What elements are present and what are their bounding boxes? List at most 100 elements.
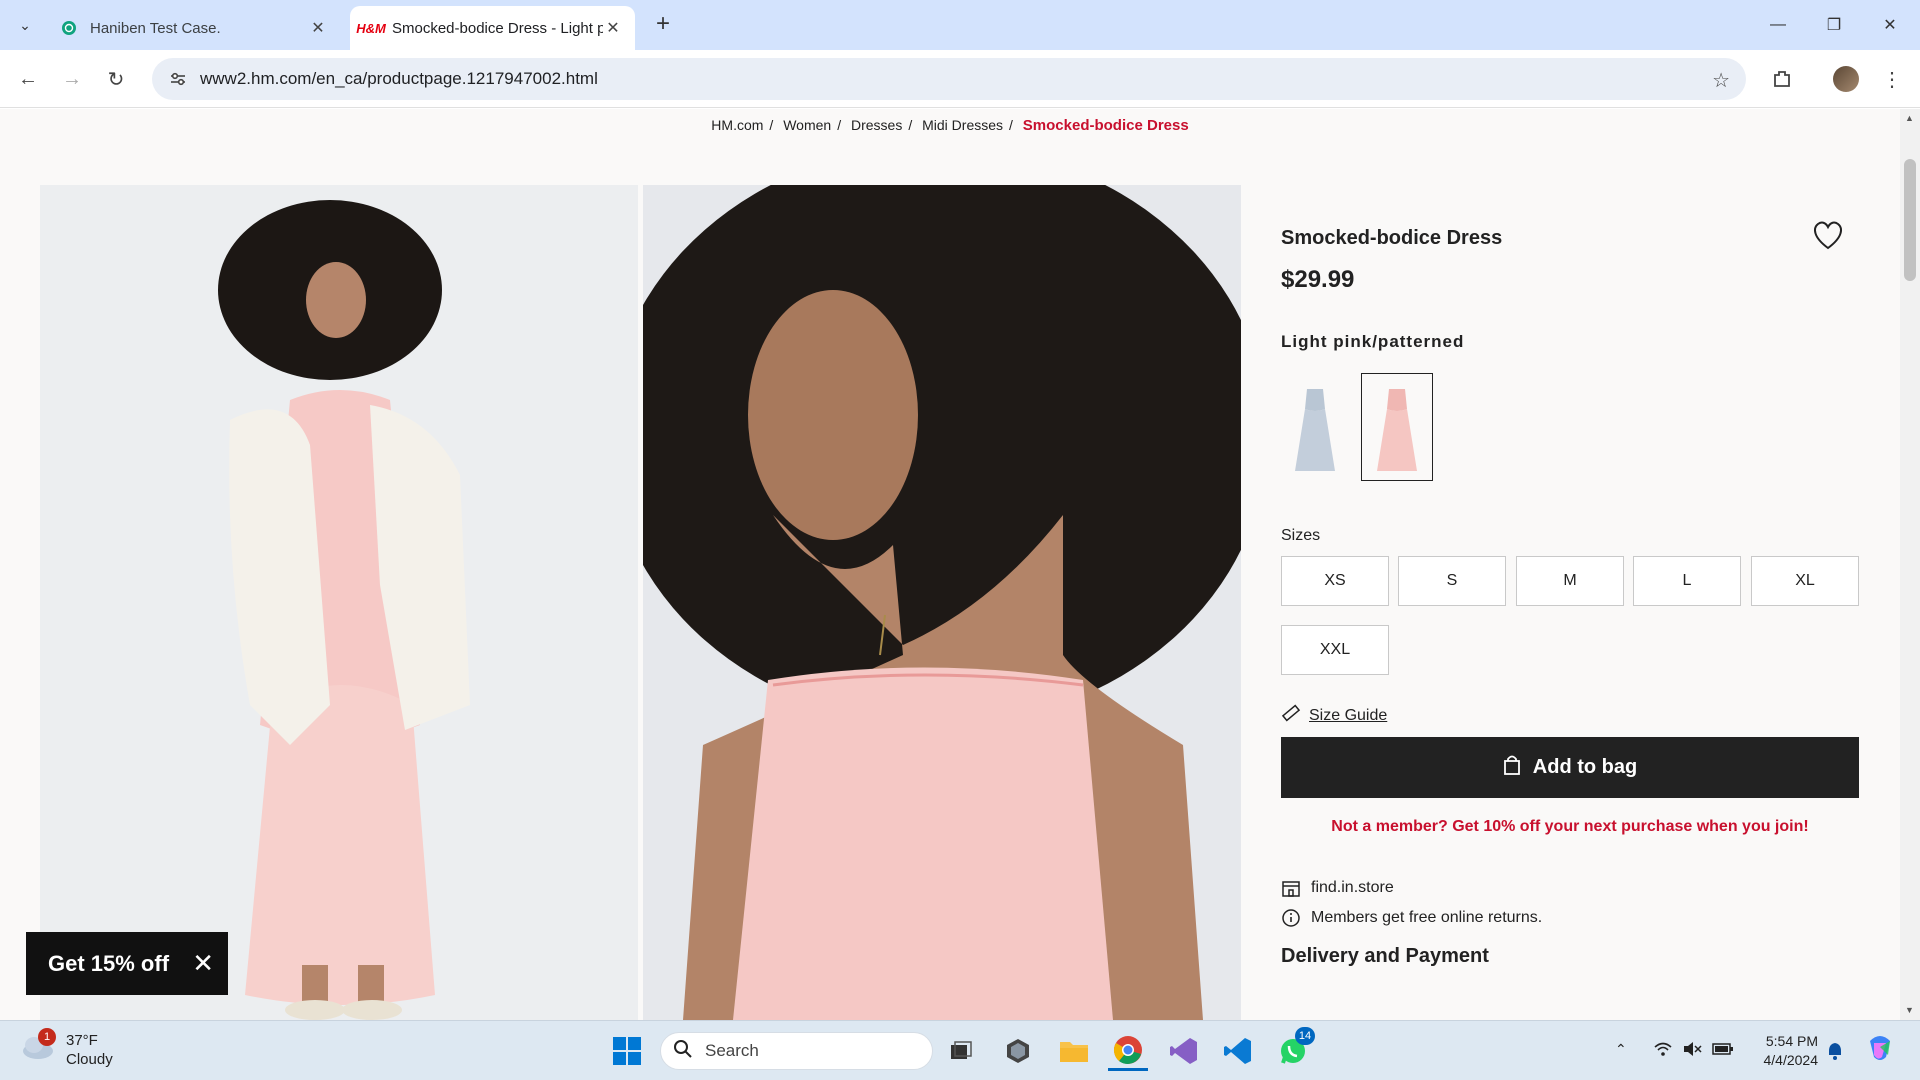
- system-clock[interactable]: 5:54 PM 4/4/2024: [1752, 1032, 1819, 1070]
- windows-start-icon[interactable]: [607, 1031, 647, 1071]
- weather-temp: 37°F: [66, 1032, 98, 1049]
- sizes-label: Sizes: [1281, 527, 1321, 544]
- find-in-store-link[interactable]: find.in.store: [1281, 878, 1394, 898]
- close-icon[interactable]: ✕: [192, 950, 214, 976]
- search-icon: [673, 1039, 693, 1064]
- breadcrumb-separator: /: [837, 117, 842, 133]
- reload-button[interactable]: ↻: [100, 63, 132, 95]
- search-placeholder: Search: [705, 1041, 759, 1060]
- size-guide-link[interactable]: Size Guide: [1281, 703, 1387, 728]
- breadcrumb: HM.com / Women / Dresses / Midi Dresses / Sm…: [0, 117, 1900, 134]
- bookmark-star-icon[interactable]: ☆: [1712, 68, 1730, 93]
- product-name: Smocked-bodice Dress: [1281, 227, 1503, 249]
- back-button[interactable]: ←: [12, 63, 44, 95]
- cloud-icon: 1: [20, 1028, 56, 1061]
- size-guide-label: Size Guide: [1309, 706, 1388, 724]
- size-button-l[interactable]: L: [1633, 556, 1741, 606]
- breadcrumb-separator: /: [1009, 117, 1013, 133]
- free-returns-info: Members get free online returns.: [1281, 908, 1542, 928]
- info-icon: [1281, 908, 1301, 928]
- close-window-button[interactable]: ✕: [1862, 0, 1918, 50]
- volume-muted-icon[interactable]: [1682, 1041, 1702, 1060]
- app-hexagon-icon[interactable]: [998, 1031, 1038, 1071]
- visual-studio-icon[interactable]: [1164, 1031, 1204, 1071]
- size-button-xl[interactable]: XL: [1751, 556, 1859, 606]
- tab-search-chevron-icon[interactable]: ⌄: [12, 12, 38, 38]
- product-page: HM.com / Women / Dresses / Midi Dresses / Sm…: [0, 109, 1900, 1020]
- show-hidden-icons-chevron[interactable]: ⌃: [1615, 1041, 1627, 1058]
- menu-kebab-icon[interactable]: ⋮: [1876, 63, 1908, 95]
- vscode-icon[interactable]: [1218, 1031, 1258, 1071]
- scrollbar-thumb[interactable]: [1904, 159, 1916, 281]
- breadcrumb-separator: /: [769, 117, 774, 133]
- close-tab-icon[interactable]: ✕: [603, 18, 623, 38]
- clock-time: 5:54 PM: [1765, 1033, 1818, 1049]
- weather-desc: Cloudy: [66, 1051, 113, 1068]
- add-to-bag-button[interactable]: Add to bag: [1281, 737, 1859, 798]
- breadcrumb-dresses[interactable]: Dresses: [851, 117, 902, 133]
- profile-avatar[interactable]: [1830, 63, 1862, 95]
- scroll-up-arrow-icon[interactable]: ▲: [1905, 113, 1914, 123]
- whatsapp-badge: 14: [1295, 1027, 1315, 1045]
- delivery-payment-heading[interactable]: Delivery and Payment: [1281, 945, 1489, 968]
- page-scrollbar[interactable]: ▲ ▼: [1900, 109, 1920, 1020]
- site-info-icon[interactable]: [158, 59, 198, 99]
- tab-strip: ⌄ Haniben Test Case. ✕ H&M Smocked-bodic…: [0, 0, 1920, 50]
- size-button-xxl[interactable]: XXL: [1281, 625, 1389, 675]
- battery-icon[interactable]: [1712, 1041, 1734, 1060]
- url-text: www2.hm.com/en_ca/productpage.1217947002…: [200, 69, 598, 88]
- windows-taskbar: 1 37°F Cloudy Search 14 ⌃ 5:54 PM 4/4/20…: [0, 1020, 1920, 1080]
- store-icon: [1281, 878, 1301, 898]
- discount-promo-banner[interactable]: Get 15% off ✕: [26, 932, 228, 995]
- close-tab-icon[interactable]: ✕: [308, 18, 328, 38]
- breadcrumb-current: Smocked-bodice Dress: [1022, 117, 1189, 134]
- minimize-button[interactable]: —: [1750, 0, 1806, 50]
- member-offer-link[interactable]: Not a member? Get 10% off your next purc…: [1281, 818, 1859, 836]
- tab-hm-product[interactable]: H&M Smocked-bodice Dress - Light p ✕: [350, 6, 635, 50]
- favorite-heart-icon[interactable]: [1811, 219, 1845, 251]
- browser-window: ⌄ Haniben Test Case. ✕ H&M Smocked-bodic…: [0, 0, 1920, 1080]
- product-price: $29.99: [1281, 266, 1355, 293]
- product-image-closeup[interactable]: [643, 185, 1241, 1020]
- breadcrumb-women[interactable]: Women: [783, 117, 831, 133]
- address-bar[interactable]: www2.hm.com/en_ca/productpage.1217947002…: [152, 58, 1746, 100]
- tab-title: Haniben Test Case.: [90, 19, 221, 37]
- size-button-m[interactable]: M: [1516, 556, 1624, 606]
- find-in-store-label: find.in.store: [1311, 879, 1394, 896]
- tab-title: Smocked-bodice Dress - Light p: [392, 19, 603, 37]
- weather-widget[interactable]: 1 37°F Cloudy: [20, 1028, 113, 1069]
- product-image-full-length[interactable]: [40, 185, 638, 1020]
- breadcrumb-hm[interactable]: HM.com: [711, 117, 763, 133]
- add-to-bag-label: Add to bag: [1532, 756, 1638, 778]
- size-button-xs[interactable]: XS: [1281, 556, 1389, 606]
- wifi-icon[interactable]: [1653, 1041, 1673, 1060]
- restore-button[interactable]: ❐: [1806, 0, 1862, 50]
- chatgpt-icon: [60, 19, 78, 37]
- breadcrumb-midi-dresses[interactable]: Midi Dresses: [922, 117, 1003, 133]
- tab-haniben[interactable]: Haniben Test Case. ✕: [48, 6, 340, 50]
- shopping-bag-icon: [1503, 755, 1521, 781]
- free-returns-label: Members get free online returns.: [1311, 909, 1543, 926]
- color-name: Light pink/patterned: [1281, 332, 1465, 351]
- scroll-down-arrow-icon[interactable]: ▼: [1905, 1005, 1914, 1015]
- weather-alert-badge: 1: [38, 1028, 56, 1046]
- promo-label: Get 15% off: [48, 950, 170, 976]
- ruler-icon: [1281, 703, 1301, 728]
- notification-bell-icon[interactable]: [1826, 1041, 1844, 1064]
- extensions-icon[interactable]: [1766, 63, 1798, 95]
- browser-toolbar: ← → ↻ www2.hm.com/en_ca/productpage.1217…: [0, 50, 1920, 108]
- new-tab-button[interactable]: +: [650, 12, 676, 38]
- task-view-icon[interactable]: [941, 1031, 981, 1071]
- whatsapp-icon[interactable]: 14: [1273, 1027, 1315, 1071]
- color-swatch-blue[interactable]: [1279, 373, 1351, 481]
- clock-date: 4/4/2024: [1763, 1052, 1819, 1068]
- color-swatch-light-pink[interactable]: [1361, 373, 1433, 481]
- breadcrumb-separator: /: [908, 117, 913, 133]
- hm-logo-icon: H&M: [356, 20, 386, 36]
- size-button-s[interactable]: S: [1398, 556, 1506, 606]
- copilot-icon[interactable]: [1864, 1033, 1896, 1068]
- file-explorer-icon[interactable]: [1054, 1031, 1094, 1071]
- forward-button[interactable]: →: [56, 63, 88, 95]
- taskbar-search-input[interactable]: Search: [660, 1032, 933, 1070]
- chrome-icon[interactable]: [1108, 1031, 1148, 1071]
